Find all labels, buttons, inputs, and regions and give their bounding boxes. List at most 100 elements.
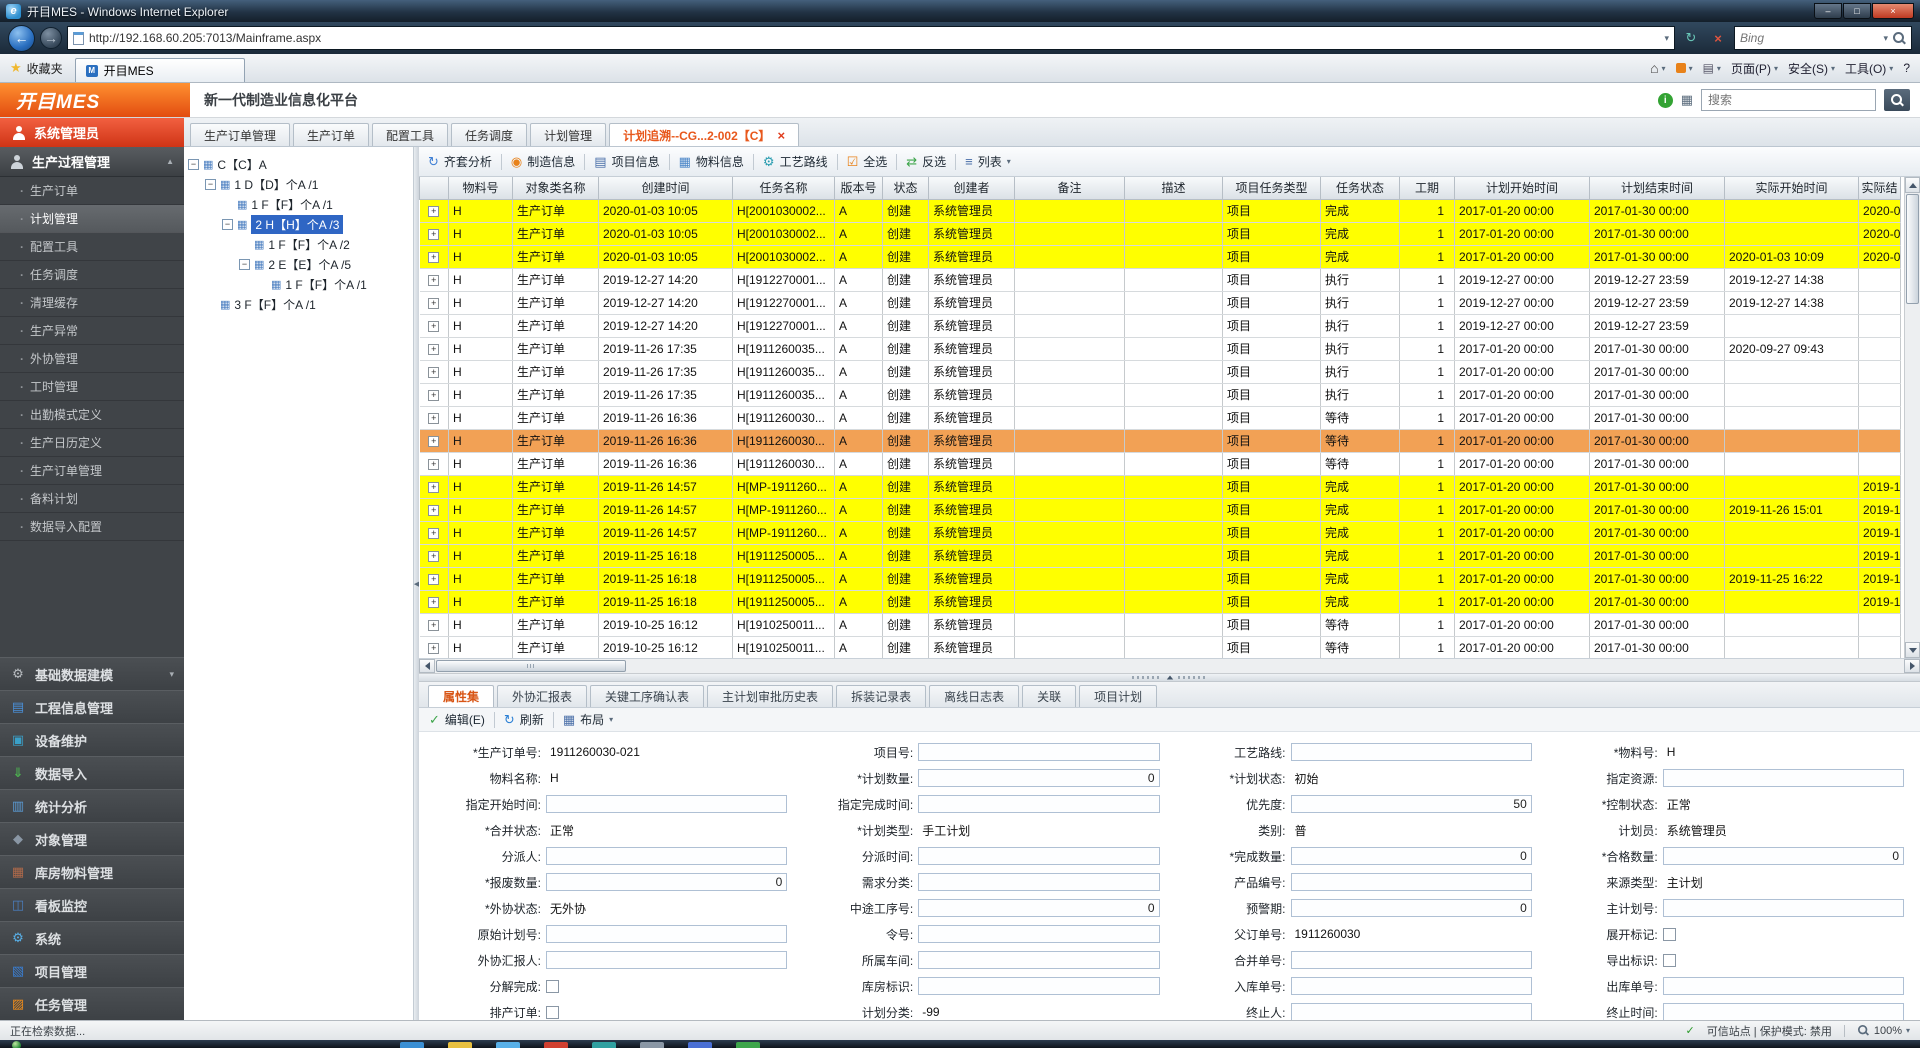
table-row[interactable]: +H生产订单2019-11-26 17:35H[1911260035...A创建… bbox=[420, 360, 1901, 383]
detail-tab[interactable]: 属性集 bbox=[428, 685, 494, 707]
checkbox[interactable] bbox=[1663, 928, 1676, 941]
toolbar-button[interactable]: ⚙工艺路线 bbox=[763, 153, 828, 170]
sidebar-item[interactable]: ·清理缓存 bbox=[0, 289, 184, 317]
table-row[interactable]: +H生产订单2020-01-03 10:05H[2001030002...A创建… bbox=[420, 199, 1901, 222]
scroll-down-button[interactable] bbox=[1905, 642, 1920, 658]
column-header[interactable] bbox=[420, 177, 449, 199]
app-search-input[interactable] bbox=[1701, 89, 1876, 111]
favorites-button[interactable]: ★ 收藏夹 bbox=[6, 60, 67, 77]
sidebar-module[interactable]: ⇓数据导入 bbox=[0, 756, 184, 789]
app-search-button[interactable] bbox=[1884, 89, 1910, 111]
expand-icon[interactable]: + bbox=[428, 344, 439, 355]
tree-node[interactable]: −▦2 E【E】个A /5 bbox=[184, 254, 413, 274]
expand-icon[interactable]: + bbox=[428, 252, 439, 263]
field-input[interactable]: 0 bbox=[546, 873, 787, 891]
sidebar-item[interactable]: ·生产日历定义 bbox=[0, 429, 184, 457]
chevron-down-icon[interactable]: ▾ bbox=[1883, 33, 1888, 44]
toolbar-button[interactable]: ≡列表▾ bbox=[965, 153, 1011, 170]
document-tab[interactable]: 生产订单管理 bbox=[190, 123, 290, 146]
expand-icon[interactable]: + bbox=[428, 551, 439, 562]
toolbar-button[interactable]: ✓编辑(E) bbox=[429, 711, 485, 728]
url-box[interactable]: ▾ bbox=[67, 26, 1675, 50]
document-tab[interactable]: 生产订单 bbox=[293, 123, 369, 146]
panel-splitter[interactable] bbox=[419, 674, 1920, 682]
column-header[interactable]: 创建者 bbox=[929, 177, 1015, 199]
column-header[interactable]: 实际结 bbox=[1859, 177, 1901, 199]
document-tab[interactable]: 任务调度 bbox=[451, 123, 527, 146]
taskbar-icon[interactable] bbox=[592, 1042, 616, 1048]
table-row[interactable]: +H生产订单2019-10-25 16:12H[1910250011...A创建… bbox=[420, 613, 1901, 636]
sidebar-module[interactable]: ⚙系统 bbox=[0, 921, 184, 954]
search-icon[interactable] bbox=[1893, 32, 1906, 45]
detail-tab[interactable]: 拆装记录表 bbox=[836, 685, 926, 707]
table-row[interactable]: +H生产订单2019-11-26 17:35H[1911260035...A创建… bbox=[420, 383, 1901, 406]
column-header[interactable]: 实际开始时间 bbox=[1725, 177, 1859, 199]
field-input[interactable] bbox=[918, 743, 1159, 761]
field-input[interactable]: 0 bbox=[1291, 899, 1532, 917]
sidebar-item[interactable]: ·外协管理 bbox=[0, 345, 184, 373]
table-row[interactable]: +H生产订单2019-11-26 16:36H[1911260030...A创建… bbox=[420, 429, 1901, 452]
expand-icon[interactable]: + bbox=[428, 574, 439, 585]
sidebar-item[interactable]: ·配置工具 bbox=[0, 233, 184, 261]
info-icon[interactable]: i bbox=[1658, 93, 1673, 108]
tools-menu[interactable]: 工具(O)▾ bbox=[1845, 60, 1893, 77]
sidebar-module[interactable]: ▦库房物料管理 bbox=[0, 855, 184, 888]
minimize-button[interactable]: – bbox=[1814, 3, 1842, 19]
sidebar-module[interactable]: ▨任务管理 bbox=[0, 987, 184, 1020]
field-input[interactable]: 0 bbox=[918, 899, 1159, 917]
close-icon[interactable]: × bbox=[777, 129, 785, 142]
scrollbar-thumb[interactable] bbox=[436, 660, 626, 672]
sidebar-item[interactable]: ·数据导入配置 bbox=[0, 513, 184, 541]
safety-menu[interactable]: 安全(S)▾ bbox=[1788, 60, 1835, 77]
expand-icon[interactable]: + bbox=[428, 275, 439, 286]
help-button[interactable]: ? bbox=[1903, 61, 1910, 75]
field-input[interactable]: 0 bbox=[918, 769, 1159, 787]
expand-icon[interactable]: + bbox=[428, 229, 439, 240]
browser-tab[interactable]: M 开目MES bbox=[75, 58, 245, 82]
table-row[interactable]: +H生产订单2019-11-25 16:18H[1911250005...A创建… bbox=[420, 544, 1901, 567]
expand-icon[interactable]: + bbox=[428, 643, 439, 654]
sidebar-module[interactable]: ⚙基础数据建模▾ bbox=[0, 657, 184, 690]
taskbar-icon[interactable] bbox=[496, 1042, 520, 1048]
document-tab[interactable]: 计划追溯--CG...2-002【C】× bbox=[609, 123, 799, 146]
feeds-button[interactable]: ▾ bbox=[1676, 63, 1693, 73]
sidebar-module[interactable]: ▧项目管理 bbox=[0, 954, 184, 987]
expand-icon[interactable]: + bbox=[428, 390, 439, 401]
sidebar-item[interactable]: ·备料计划 bbox=[0, 485, 184, 513]
sidebar-item[interactable]: ·计划管理 bbox=[0, 205, 184, 233]
expand-icon[interactable]: + bbox=[428, 620, 439, 631]
sidebar-item[interactable]: ·生产异常 bbox=[0, 317, 184, 345]
detail-tab[interactable]: 外协汇报表 bbox=[497, 685, 587, 707]
field-input[interactable] bbox=[1663, 1003, 1904, 1020]
browser-search-box[interactable]: ▾ bbox=[1734, 26, 1912, 50]
field-input[interactable] bbox=[546, 925, 787, 943]
column-header[interactable]: 计划开始时间 bbox=[1455, 177, 1590, 199]
table-row[interactable]: +H生产订单2019-11-26 16:36H[1911260030...A创建… bbox=[420, 406, 1901, 429]
start-button[interactable] bbox=[12, 1041, 21, 1048]
field-input[interactable] bbox=[546, 847, 787, 865]
table-row[interactable]: +H生产订单2019-11-26 14:57H[MP-1911260...A创建… bbox=[420, 521, 1901, 544]
taskbar-icon[interactable] bbox=[688, 1042, 712, 1048]
detail-tab[interactable]: 关键工序确认表 bbox=[590, 685, 704, 707]
horizontal-scrollbar[interactable] bbox=[419, 659, 1920, 674]
stop-button[interactable]: × bbox=[1707, 27, 1729, 49]
sidebar-item[interactable]: ·任务调度 bbox=[0, 261, 184, 289]
expand-icon[interactable]: + bbox=[428, 367, 439, 378]
sidebar-module[interactable]: ◫看板监控 bbox=[0, 888, 184, 921]
sidebar-item[interactable]: ·出勤模式定义 bbox=[0, 401, 184, 429]
checkbox[interactable] bbox=[546, 980, 559, 993]
table-row[interactable]: +H生产订单2019-12-27 14:20H[1912270001...A创建… bbox=[420, 314, 1901, 337]
toolbar-button[interactable]: ↻齐套分析 bbox=[428, 153, 492, 170]
tree-node[interactable]: −▦C【C】A bbox=[184, 154, 413, 174]
page-menu[interactable]: 页面(P)▾ bbox=[1731, 60, 1778, 77]
tree-node[interactable]: ▦1 F【F】个A /1 bbox=[184, 194, 413, 214]
checkbox[interactable] bbox=[1663, 954, 1676, 967]
document-tab[interactable]: 计划管理 bbox=[530, 123, 606, 146]
column-header[interactable]: 物料号 bbox=[449, 177, 513, 199]
tree-toggle-icon[interactable]: − bbox=[205, 179, 216, 190]
field-input[interactable] bbox=[1291, 1003, 1532, 1020]
column-header[interactable]: 描述 bbox=[1125, 177, 1223, 199]
sidebar-item[interactable]: ·工时管理 bbox=[0, 373, 184, 401]
table-row[interactable]: +H生产订单2019-11-25 16:18H[1911250005...A创建… bbox=[420, 567, 1901, 590]
scroll-up-button[interactable] bbox=[1905, 177, 1920, 193]
